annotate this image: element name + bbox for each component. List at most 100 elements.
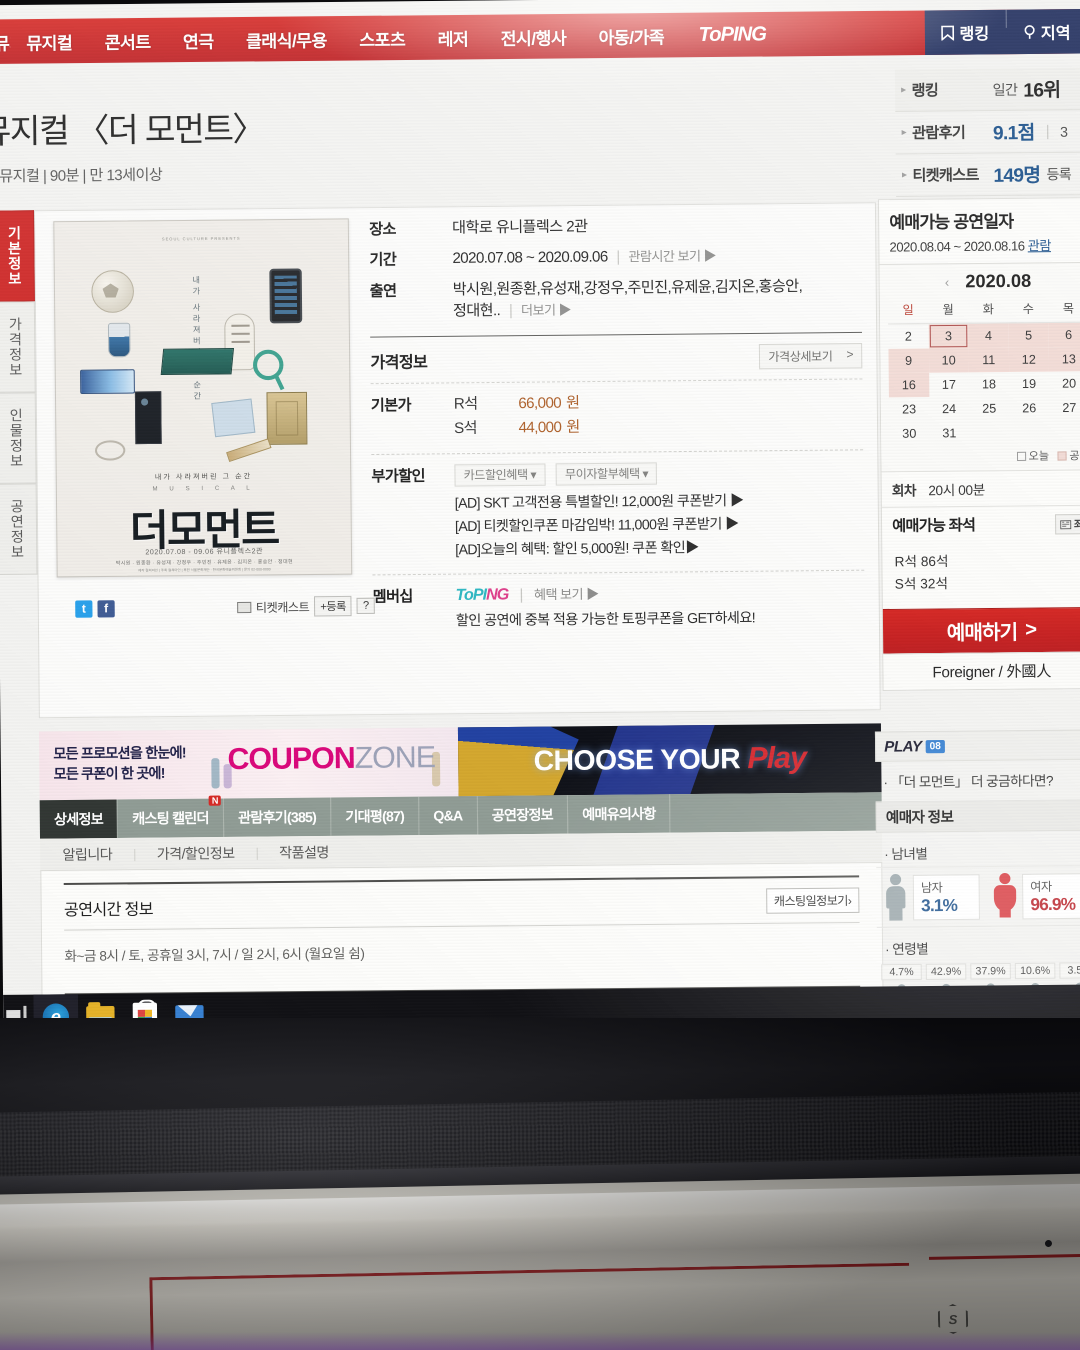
tab-booking-notice[interactable]: 예매유의사항 [567, 794, 671, 834]
play-db-chip: 08 [925, 739, 945, 753]
ad-line-coupon[interactable]: [AD] 티켓할인쿠폰 마감임박! 11,000원 쿠폰받기 ▶ [455, 513, 864, 537]
subtab-description[interactable]: 작품설명 [257, 841, 351, 862]
ad-line-today[interactable]: [AD]오늘의 혜택: 할인 5,000원! 쿠폰 확인▶ [455, 536, 864, 560]
ranking-row-review[interactable]: ▸ 관람후기 9.1점 | 3 [895, 110, 1080, 155]
tab-qna[interactable]: Q&A [418, 796, 478, 836]
book-now-button[interactable]: 예매하기 > [882, 606, 1080, 654]
nav-item-classic-dance[interactable]: 클래식/무용 [230, 16, 344, 62]
figure-legs [999, 906, 1011, 918]
price-section-title: 가격정보 [370, 353, 428, 372]
available-seats-header: 예매가능 좌석 좌 [881, 504, 1080, 544]
cast-line-1: 박시원,원종환,유성재,강정우,주민진,유제윤,김지온,홍승안, [452, 277, 803, 298]
cast-more-link[interactable]: 더보기 ▶ [521, 302, 571, 318]
calendar-day-cell[interactable]: 6 [1048, 322, 1080, 348]
nav-item-clipped[interactable]: 뮤지컬 [0, 19, 10, 64]
view-showtimes-link[interactable]: 관람시간 보기 ▶ [628, 249, 716, 265]
coupon-zone-banner[interactable]: 모든 프로모션을 한눈에! 모든 쿠폰이 한 곳에! COUPONZONE [38, 727, 459, 801]
round-row[interactable]: 회차 20시 00분 [881, 469, 1080, 507]
page-title: 뮤지컬 〈더 모먼트〉 [0, 109, 265, 151]
calendar-prev-button[interactable]: ‹ [945, 274, 950, 289]
discount-pill-row: 카드할인혜택 ▾ 무이자할부혜택 ▾ [454, 460, 863, 487]
calendar-day-cell[interactable]: 9 [888, 348, 929, 374]
tab-expectations[interactable]: 기대평(87) [330, 796, 420, 836]
toping-brand-link[interactable]: ToPING [680, 12, 784, 58]
left-vertical-tabs: 기본정보 가격정보 인물정보 공연정보 [0, 210, 38, 575]
nav-item-kids-family[interactable]: 아동/가족 [582, 13, 680, 58]
poster-cup-icon [107, 322, 131, 358]
twitter-icon[interactable]: t [75, 599, 93, 618]
page-subtitle: 뮤지컬 | 90분 | 만 13세이상 [0, 166, 163, 186]
ranking-row-ticketcast[interactable]: ▸ 티켓캐스트 149명 등록 [895, 152, 1080, 197]
calendar-day-cell[interactable]: 5 [1008, 322, 1049, 348]
female-stat-box: 여자 96.9% [1022, 872, 1080, 919]
nav-item-sports[interactable]: 스포츠 [343, 15, 422, 60]
nav-item-leisure[interactable]: 레저 [421, 15, 484, 60]
calendar-day-cell[interactable]: 11 [968, 347, 1009, 373]
booking-range-link[interactable]: 관람 [1028, 238, 1051, 253]
ticketcast-register-button[interactable]: +등록 [314, 595, 352, 617]
foreigner-button[interactable]: Foreigner / 外國人 [883, 650, 1080, 690]
nav-item-musical[interactable]: 뮤지컬 [10, 19, 89, 64]
ticketcast-label[interactable]: 티켓캐스트 [256, 598, 309, 616]
sidebar-item-people-info[interactable]: 인물정보 [0, 392, 37, 484]
calendar-day-cell[interactable]: 10 [928, 348, 969, 373]
play-banner-main: CHOOSE YOUR [533, 742, 741, 777]
cast-line-2: 정대현.. | 더보기 ▶ [453, 296, 862, 321]
nav-item-play[interactable]: 연극 [167, 17, 230, 62]
calendar-week-row: 2 3456 [888, 322, 1080, 349]
seatmap-button[interactable]: 좌 [1055, 513, 1080, 534]
ranking-button[interactable]: 랭킹 [925, 10, 1006, 55]
casting-schedule-button[interactable]: 캐스팅일정보기› [765, 887, 860, 914]
facebook-icon[interactable]: f [97, 599, 115, 618]
subtab-notice[interactable]: 알립니다 [40, 843, 134, 864]
play-question-link[interactable]: · 「더 모먼트」 더 궁금하다면? [875, 759, 1080, 803]
subtab-price-discount[interactable]: 가격/할인정보 [134, 842, 257, 863]
sidebar-item-show-info[interactable]: 공연정보 [0, 483, 38, 575]
membership-benefit-link[interactable]: 혜택 보기 ▶ [534, 585, 599, 604]
installment-dropdown[interactable]: 무이자할부혜택 ▾ [555, 462, 658, 486]
poster-credit: SEOUL CULTURE PRESENTS [161, 235, 241, 242]
ranking-row-rank[interactable]: ▸ 랭킹 일간 16위 [894, 67, 1080, 112]
calendar-day-cell[interactable]: 13 [1048, 346, 1080, 372]
base-price-row: 기본가 R석 66,000 원 S석 44,000 원 [371, 390, 863, 444]
nav-item-concert[interactable]: 콘서트 [88, 18, 167, 63]
basic-info-card: SEOUL CULTURE PRESENTS 내가 사라져버린 그 순간 내가 … [33, 202, 881, 719]
play-db-header[interactable]: PLAY 08 [874, 729, 1080, 762]
age-percent-label: 42.9% [925, 963, 967, 981]
sidebar-item-price-info[interactable]: 가격정보 [0, 301, 36, 393]
calendar-day-cell[interactable]: 16 [888, 372, 929, 398]
discount-divider [371, 449, 864, 455]
location-pin-icon [1024, 24, 1035, 39]
info-column: 장소 대학로 유니플렉스 2관 기간 2020.07.08 ~ 2020.09.… [369, 213, 865, 644]
tab-reviews[interactable]: 관람후기(385) [223, 797, 332, 837]
ad-line-skt[interactable]: [AD] SKT 고객전용 특별할인! 12,000원 쿠폰받기 ▶ [455, 490, 864, 514]
male-figure-icon [880, 873, 911, 921]
tab-detail-info[interactable]: 상세정보 [39, 799, 119, 839]
weekday-wed: 수 [1008, 295, 1049, 323]
calendar-day-cell[interactable]: 4 [968, 322, 1009, 349]
show-poster[interactable]: SEOUL CULTURE PRESENTS 내가 사라져버린 그 순간 내가 … [53, 218, 353, 578]
price-detail-button[interactable]: 가격상세보기 > [759, 343, 863, 370]
ticketcast-icon [236, 601, 251, 613]
poster-musical-word: M U S I C A L [152, 485, 255, 493]
sidebar-item-basic-info[interactable]: 기본정보 [0, 210, 35, 302]
card-discount-dropdown[interactable]: 카드할인혜택 ▾ [454, 463, 546, 487]
base-price-label: 기본가 [370, 397, 412, 415]
calendar-day-cell[interactable]: 12 [1008, 347, 1049, 372]
available-seat-s: S석 32석 [894, 576, 949, 592]
calendar-header: ‹ 2020.08 [888, 267, 1080, 297]
seatmap-button-label: 좌 [1073, 518, 1080, 531]
tab-casting-calendar[interactable]: 캐스팅 캘린더 N [117, 795, 225, 838]
tab-venue-info[interactable]: 공연장정보 [477, 795, 569, 835]
new-badge: N [208, 795, 221, 806]
ticketcast-row-label: 티켓캐스트 [912, 166, 979, 185]
male-stat-label: 남자 [920, 880, 943, 895]
poster-smartphone-icon [269, 268, 303, 324]
male-stat-value: 3.1% [921, 895, 958, 915]
calendar-day-cell[interactable]: 3 [928, 323, 969, 349]
tab-strip-filler [670, 792, 882, 833]
male-stat-box: 남자 3.1% [912, 873, 980, 920]
region-button[interactable]: 지역 [1006, 9, 1080, 54]
nav-item-exhibition[interactable]: 전시/행사 [484, 14, 582, 59]
choose-your-play-banner[interactable]: CHOOSE YOUR Play [457, 723, 882, 797]
